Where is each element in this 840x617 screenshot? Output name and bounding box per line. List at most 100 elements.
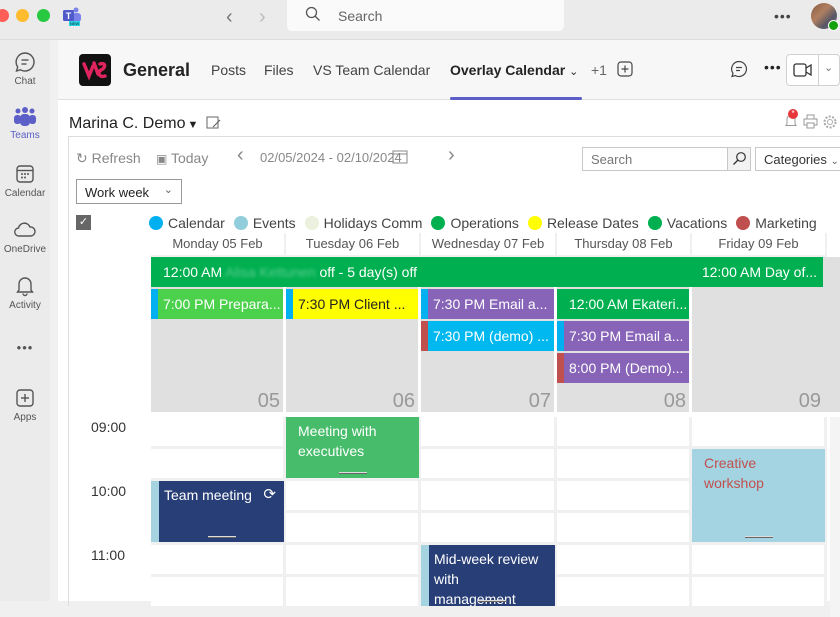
calendar-search-input[interactable] <box>582 147 751 171</box>
time-slot[interactable] <box>421 513 557 545</box>
event-title: Meeting with executives <box>298 423 377 459</box>
more-options-button[interactable]: ••• <box>774 8 792 24</box>
legend-item[interactable]: Release Dates <box>527 215 639 231</box>
chevron-down-icon[interactable]: ⌄ <box>824 61 833 74</box>
date-range[interactable]: 02/05/2024 - 02/10/2024 <box>260 150 402 165</box>
resize-handle[interactable] <box>478 600 506 602</box>
edit-note-icon[interactable] <box>206 116 221 130</box>
tab-more-count[interactable]: +1 <box>591 62 607 78</box>
vertical-scrollbar[interactable] <box>830 417 840 617</box>
close-window-button[interactable] <box>0 9 9 22</box>
global-search-input[interactable]: Search <box>287 0 564 31</box>
legend-item[interactable]: Holidays Comm <box>304 215 422 231</box>
tab-overlay-calendar[interactable]: Overlay Calendar ⌄ <box>450 62 578 78</box>
time-slot[interactable] <box>151 449 286 481</box>
day-number[interactable]: 09 <box>692 390 821 413</box>
reminders-bell-icon[interactable]: * <box>784 109 798 133</box>
time-slot[interactable] <box>421 449 557 481</box>
tab-posts[interactable]: Posts <box>211 62 246 78</box>
minimize-window-button[interactable] <box>16 9 29 22</box>
time-slot[interactable] <box>151 577 286 609</box>
time-slot[interactable] <box>692 545 827 577</box>
time-slot[interactable] <box>286 545 421 577</box>
rail-item-onedrive[interactable]: OneDrive <box>0 219 50 255</box>
time-slot[interactable] <box>557 513 692 545</box>
search-button[interactable] <box>727 148 750 170</box>
calendar-icon <box>16 165 34 183</box>
time-slot[interactable] <box>692 417 827 449</box>
day-number[interactable]: 05 <box>151 390 280 413</box>
select-all-categories-checkbox[interactable]: ✓ <box>76 215 91 230</box>
calendar-search-field[interactable] <box>591 152 721 167</box>
time-slot[interactable] <box>286 513 421 545</box>
time-slot[interactable] <box>151 417 286 449</box>
prev-week-button[interactable]: ‹ <box>237 144 244 167</box>
day-header[interactable]: Monday 05 Feb <box>151 233 286 257</box>
rail-item-chat[interactable]: Chat <box>0 51 50 87</box>
add-tab-icon[interactable] <box>617 61 633 82</box>
day-number[interactable]: 08 <box>557 390 686 413</box>
allday-event[interactable]: 7:30 PM Client ... <box>286 289 418 319</box>
day-number[interactable]: 06 <box>286 390 415 413</box>
day-header[interactable]: Tuesday 06 Feb <box>286 233 421 257</box>
back-arrow-icon[interactable]: ‹ <box>226 6 233 29</box>
meet-video-button[interactable]: ⌄ <box>786 54 840 86</box>
categories-dropdown[interactable]: Categories ⌄ <box>755 147 840 171</box>
day-number[interactable]: 07 <box>421 390 551 413</box>
timed-event[interactable]: Mid-week review with management <box>421 545 555 606</box>
time-slot[interactable] <box>557 545 692 577</box>
allday-event[interactable]: 7:30 PM Email a... <box>557 321 689 351</box>
allday-event-vacation[interactable]: 12:00 AM Alisa Kettunen off - 5 day(s) o… <box>151 257 823 287</box>
time-slot[interactable] <box>151 545 286 577</box>
tab-files[interactable]: Files <box>264 62 294 78</box>
allday-event-day-off[interactable]: 12:00 AM Day of... <box>702 257 817 287</box>
allday-event[interactable]: 7:30 PM (demo) ... <box>421 321 554 351</box>
forward-arrow-icon[interactable]: › <box>259 6 266 29</box>
tab-vs-team-calendar[interactable]: VS Team Calendar <box>313 62 430 78</box>
rail-item-calendar[interactable]: Calendar <box>0 163 50 199</box>
allday-event[interactable]: 7:30 PM Email a... <box>421 289 554 319</box>
resize-handle[interactable] <box>207 536 236 538</box>
print-icon[interactable] <box>803 114 818 134</box>
rail-more-button[interactable]: ••• <box>0 340 50 355</box>
rail-item-activity[interactable]: Activity <box>0 275 50 311</box>
rail-item-teams[interactable]: Teams <box>0 107 50 141</box>
allday-event[interactable]: 12:00 AM Ekateri... <box>557 289 689 319</box>
day-header[interactable]: Wednesday 07 Feb <box>421 233 557 257</box>
time-slot[interactable] <box>286 577 421 609</box>
time-slot[interactable] <box>692 577 827 609</box>
legend-item[interactable]: Calendar <box>149 215 225 231</box>
day-header[interactable]: Friday 09 Feb <box>692 233 827 257</box>
time-slot[interactable] <box>557 577 692 609</box>
channel-more-button[interactable]: ••• <box>764 59 782 75</box>
today-button[interactable]: ▣ Today <box>156 150 208 166</box>
time-slot[interactable] <box>421 481 557 513</box>
allday-event[interactable]: 7:00 PM Prepara... <box>151 289 283 319</box>
view-select[interactable]: Work week ⌄ <box>76 179 182 204</box>
settings-gear-icon[interactable] <box>822 114 838 135</box>
user-avatar[interactable] <box>811 3 839 31</box>
legend-item[interactable]: Vacations <box>647 215 727 231</box>
legend-item[interactable]: Events <box>233 215 296 231</box>
time-slot[interactable] <box>421 417 557 449</box>
resize-handle[interactable] <box>338 472 367 474</box>
conversation-icon[interactable] <box>730 60 748 83</box>
legend-item[interactable]: Marketing <box>736 215 817 231</box>
refresh-button[interactable]: ↻ Refresh <box>76 150 141 167</box>
date-picker-icon[interactable] <box>392 149 408 167</box>
resize-handle[interactable] <box>744 536 773 538</box>
zoom-window-button[interactable] <box>37 9 50 22</box>
legend-item[interactable]: Operations <box>431 215 519 231</box>
timed-event[interactable]: Meeting with executives <box>286 417 419 478</box>
time-slot[interactable] <box>557 481 692 513</box>
time-slot[interactable] <box>557 449 692 481</box>
calendar-owner-dropdown[interactable]: Marina C. Demo ▼ <box>69 115 221 133</box>
time-slot[interactable] <box>557 417 692 449</box>
allday-event[interactable]: 8:00 PM (Demo)... <box>557 353 689 383</box>
rail-item-apps[interactable]: Apps <box>0 387 50 423</box>
timed-event[interactable]: Team meeting ⟳ <box>151 481 284 542</box>
time-slot[interactable] <box>286 481 421 513</box>
day-header[interactable]: Thursday 08 Feb <box>557 233 692 257</box>
timed-event[interactable]: Creative workshop <box>692 449 825 542</box>
next-week-button[interactable]: › <box>448 144 455 167</box>
